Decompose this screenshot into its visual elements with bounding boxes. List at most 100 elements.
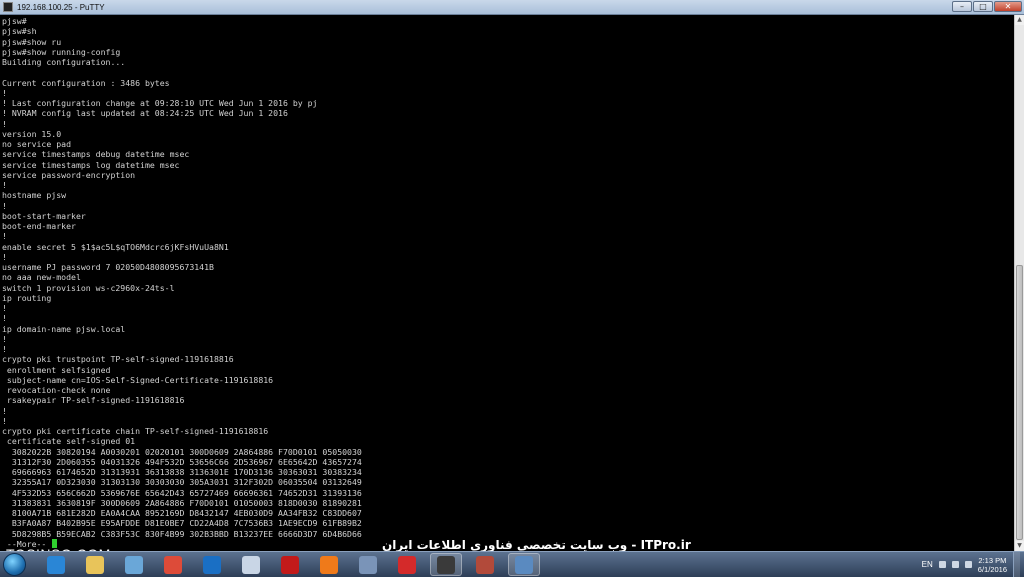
terminal-line: ! <box>2 405 7 416</box>
taskbar-firefox-button[interactable] <box>313 553 345 576</box>
terminal-line: ! NVRAM config last updated at 08:24:25 … <box>2 108 288 119</box>
terminal-line: 31312F30 2D060355 04031326 494F532D 5365… <box>2 456 362 467</box>
window-title: 192.168.100.25 - PuTTY <box>17 2 105 12</box>
terminal-line: service password-encryption <box>2 169 136 180</box>
taskbar-network-tool-button[interactable] <box>352 553 384 576</box>
putty-icon <box>437 555 455 574</box>
terminal-line: rsakeypair TP-self-signed-1191618816 <box>2 395 185 406</box>
terminal-line: 32355A17 0D323030 31303130 30303030 305A… <box>2 477 362 488</box>
start-button[interactable] <box>3 553 26 576</box>
taskbar-app-list <box>40 553 540 576</box>
network-tool-icon <box>359 555 377 574</box>
terminal-line: 69666963 6174652D 31313931 36313838 3136… <box>2 467 362 477</box>
terminal-line: Current configuration : 3486 bytes <box>2 77 170 88</box>
scroll-up-arrow-icon[interactable]: ▲ <box>1015 15 1024 25</box>
clock[interactable]: 2:13 PM 6/1/2016 <box>978 556 1007 574</box>
window-controls: – □ ✕ <box>952 1 1022 12</box>
terminal-line: ! <box>2 303 7 313</box>
terminal-line: 3082022B 30820194 A0030201 02020101 300D… <box>2 446 362 457</box>
minimize-button[interactable]: – <box>952 1 972 12</box>
terminal-line: pjsw#show ru <box>2 36 62 47</box>
terminal-line: ip routing <box>2 292 52 303</box>
terminal-line: 4F532D53 656C662D 5369676E 65642D43 6572… <box>2 487 362 498</box>
terminal-line: ! <box>2 231 7 242</box>
terminal-line: ! <box>2 118 7 129</box>
terminal-line: ! <box>2 313 7 324</box>
scroll-thumb[interactable] <box>1016 265 1023 540</box>
taskbar-file-explorer-button[interactable] <box>79 553 111 576</box>
putty-icon <box>3 2 13 12</box>
terminal-line: version 15.0 <box>2 128 62 139</box>
taskbar-chrome-button[interactable] <box>157 553 189 576</box>
terminal-line: B3FA0A87 B402B95E E95AFDDE D81E0BE7 CD22… <box>2 518 362 529</box>
media-player-icon <box>125 555 143 574</box>
terminal-line: 31383831 3630819F 300D0609 2A864886 F70D… <box>2 497 362 508</box>
terminal-line: no service pad <box>2 139 72 149</box>
pdf-reader-icon <box>398 555 416 574</box>
taskbar-network-config-button[interactable] <box>508 553 540 576</box>
terminal-line: crypto pki trustpoint TP-self-signed-119… <box>2 354 234 365</box>
volume-icon[interactable] <box>964 561 972 568</box>
system-tray: EN 2:13 PM 6/1/2016 <box>922 552 1020 577</box>
taskbar-notepad-button[interactable] <box>235 553 267 576</box>
vertical-scrollbar[interactable]: ▲ ▼ <box>1014 15 1024 551</box>
terminal-line: pjsw#sh <box>2 26 37 37</box>
show-desktop-button[interactable] <box>1013 552 1020 577</box>
watermark-right: ITPro.ir - وب سایت تخصصی فناوری اطلاعات … <box>382 538 691 552</box>
chrome-icon <box>164 555 182 574</box>
taskbar-media-player-button[interactable] <box>118 553 150 576</box>
terminal-line: subject-name cn=IOS-Self-Signed-Certific… <box>2 374 274 385</box>
terminal-line: hostname pjsw <box>2 190 67 201</box>
terminal-line: ! <box>2 344 7 354</box>
terminal-line: ! <box>2 200 7 211</box>
terminal-line: revocation-check none <box>2 385 111 395</box>
scroll-down-arrow-icon[interactable]: ▼ <box>1015 541 1024 551</box>
terminal-line: ! <box>2 333 7 344</box>
clock-time: 2:13 PM <box>978 555 1007 565</box>
terminal-line: pjsw# <box>2 16 27 26</box>
network-config-icon <box>515 555 533 574</box>
terminal-line: boot-start-marker <box>2 210 86 221</box>
terminal-line: no aaa new-model <box>2 272 81 283</box>
tray-arrow-icon[interactable] <box>938 561 946 568</box>
terminal-line: crypto pki certificate chain TP-self-sig… <box>2 426 269 436</box>
terminal-line: service timestamps log datetime msec <box>2 159 180 170</box>
taskbar-putty-button[interactable] <box>430 553 462 576</box>
language-indicator[interactable]: EN <box>922 560 933 569</box>
notepad-icon <box>242 555 260 574</box>
terminal-line: enable secret 5 $1$ac5L$qTO6Mdcrc6jKFsHV… <box>2 241 229 252</box>
terminal-line: ! <box>2 415 7 426</box>
taskbar-archive-tool-button[interactable] <box>469 553 501 576</box>
terminal-line: Building configuration... <box>2 57 126 67</box>
taskbar-pdf-reader-button[interactable] <box>391 553 423 576</box>
terminal-line: pjsw#show running-config <box>2 46 121 57</box>
terminal-output: pjsw# pjsw#sh pjsw#show ru pjsw#show runnin… <box>0 15 1014 549</box>
terminal-line: certificate self-signed 01 <box>2 436 136 447</box>
terminal-line: switch 1 provision ws-c2960x-24ts-l <box>2 282 175 293</box>
maximize-button[interactable]: □ <box>973 1 993 12</box>
terminal-line: ! <box>2 87 7 98</box>
window-title-bar[interactable]: 192.168.100.25 - PuTTY – □ ✕ <box>0 0 1024 15</box>
taskbar-kaspersky-button[interactable] <box>274 553 306 576</box>
network-icon[interactable] <box>951 561 959 568</box>
clock-date: 6/1/2016 <box>977 564 1007 574</box>
terminal-line: ! Last configuration change at 09:28:10 … <box>2 98 318 108</box>
terminal-line: boot-end-marker <box>2 221 76 231</box>
terminal-line: ! <box>2 180 7 190</box>
terminal-line: 8100A71B 681E282D EA0A4CAA 8952169D D843… <box>2 508 362 518</box>
terminal-area[interactable]: pjsw# pjsw#sh pjsw#show ru pjsw#show runnin… <box>0 15 1014 551</box>
close-button[interactable]: ✕ <box>994 1 1022 12</box>
outlook-icon <box>203 555 221 574</box>
internet-explorer-icon <box>47 555 65 574</box>
terminal-line: service timestamps debug datetime msec <box>2 149 190 160</box>
terminal-line: enrollment selfsigned <box>2 364 111 375</box>
terminal-line: ip domain-name pjsw.local <box>2 323 126 334</box>
terminal-line: ! <box>2 251 7 262</box>
taskbar-outlook-button[interactable] <box>196 553 228 576</box>
taskbar-internet-explorer-button[interactable] <box>40 553 72 576</box>
file-explorer-icon <box>86 555 104 574</box>
archive-tool-icon <box>476 555 494 574</box>
kaspersky-icon <box>281 555 299 574</box>
terminal-line: username PJ password 7 02050D48080956731… <box>2 262 214 272</box>
